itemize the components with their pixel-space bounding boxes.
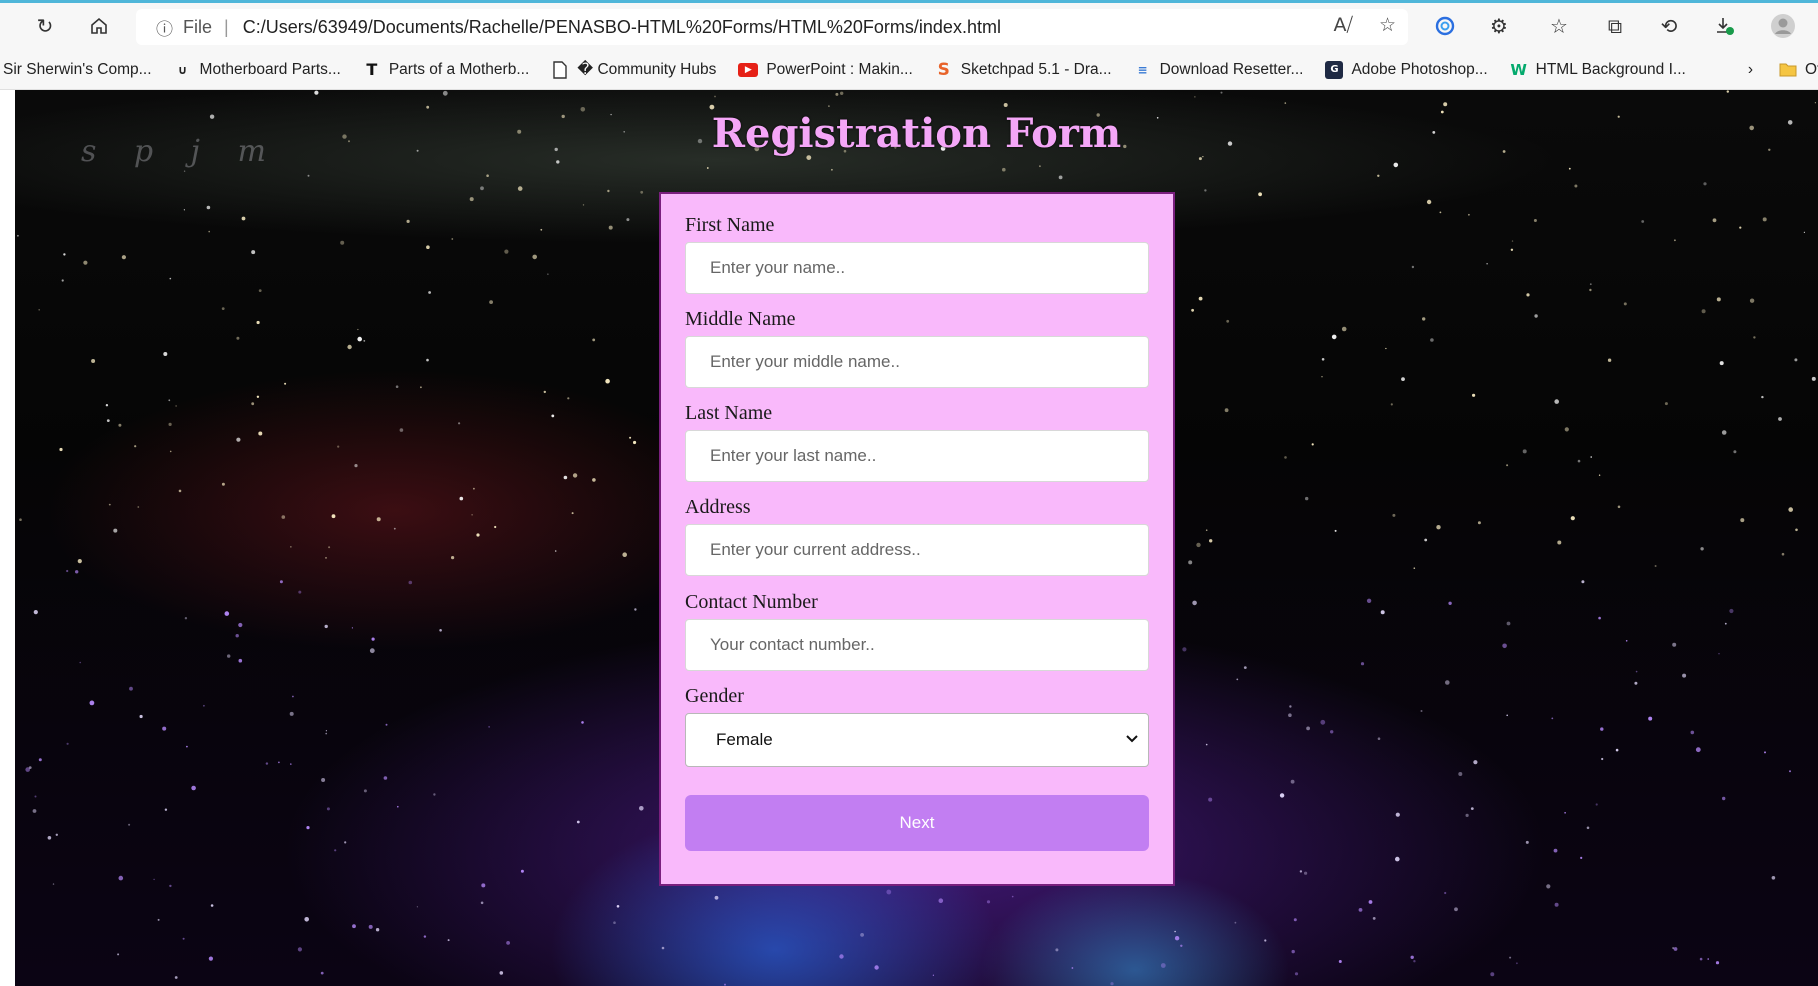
address-bar-actions: A⧸ ☆ — [1333, 14, 1396, 36]
gender-select[interactable]: Female — [685, 713, 1149, 767]
first-name-field[interactable] — [685, 242, 1149, 294]
w3-icon: W — [1510, 60, 1527, 79]
bookmark-folder-label: Other fa — [1805, 60, 1818, 78]
chevron-right-icon[interactable]: › — [1748, 61, 1753, 79]
bookmark-label: Download Resetter... — [1159, 60, 1304, 78]
left-margin — [0, 90, 15, 986]
page-title: Registration Form — [711, 110, 1122, 157]
bookmark-label: Sir Sherwin's Comp... — [3, 60, 152, 78]
bookmark-item[interactable]: W HTML Background I... — [1510, 60, 1686, 79]
gender-selected-value: Female — [716, 730, 773, 749]
favorite-add-icon[interactable]: ☆ — [1379, 14, 1396, 36]
bookmark-label: � Community Hubs — [577, 61, 717, 78]
next-button[interactable]: Next — [685, 795, 1149, 851]
browser-toolbar: ↻ ⓘ File | C:/Users/63949/Documents/Rach… — [0, 0, 1818, 50]
contact-number-field[interactable] — [685, 619, 1149, 671]
bookmark-item[interactable]: G Adobe Photoshop... — [1325, 60, 1488, 79]
refresh-icon[interactable]: ↻ — [32, 13, 58, 39]
bookmark-label: PowerPoint : Makin... — [766, 60, 913, 78]
address-scheme: File — [183, 16, 213, 37]
first-name-label: First Name — [685, 214, 775, 236]
profile-icon[interactable] — [1770, 13, 1796, 39]
bookmarks-bar: Sir Sherwin's Comp... ∪ Motherboard Part… — [0, 50, 1818, 90]
address-bar[interactable]: ⓘ File | C:/Users/63949/Documents/Rachel… — [136, 9, 1408, 45]
downloads-icon[interactable] — [1712, 13, 1738, 39]
bookmark-label: Sketchpad 5.1 - Dra... — [960, 60, 1112, 78]
sketchpad-icon: S — [937, 59, 950, 80]
bookmark-item[interactable]: ∪ Motherboard Parts... — [174, 61, 341, 79]
extensions-icon[interactable]: ⚙ — [1486, 13, 1512, 39]
bookmark-item[interactable]: T Parts of a Motherb... — [363, 60, 530, 79]
bookmark-label: HTML Background I... — [1535, 60, 1686, 78]
page-background: s p j m Registration Form First Name Mid… — [15, 90, 1818, 986]
address-url[interactable]: C:/Users/63949/Documents/Rachelle/PENASB… — [243, 17, 1001, 38]
address-field[interactable] — [685, 524, 1149, 576]
bookmark-label: Adobe Photoshop... — [1351, 60, 1488, 78]
bookmark-label: Parts of a Motherb... — [388, 60, 530, 78]
bookmark-item[interactable]: ▶ PowerPoint : Makin... — [738, 60, 913, 79]
horseshoe-icon: ∪ — [177, 62, 188, 77]
gc-icon: G — [1325, 60, 1344, 79]
middle-name-label: Middle Name — [685, 308, 796, 330]
bookmark-item[interactable]: ≡ Download Resetter... — [1134, 61, 1304, 79]
gender-label: Gender — [685, 685, 744, 707]
home-icon[interactable] — [86, 13, 112, 39]
bookmark-item[interactable]: � Community Hubs — [551, 60, 716, 79]
read-aloud-icon[interactable]: A⧸ — [1333, 14, 1352, 36]
t-logo-icon: T — [366, 60, 378, 79]
page-icon — [551, 60, 569, 79]
bookmark-item[interactable]: Sir Sherwin's Comp... — [3, 61, 152, 79]
info-icon[interactable]: ⓘ — [156, 15, 173, 40]
youtube-icon: ▶ — [738, 62, 759, 77]
address-separator: | — [224, 16, 229, 37]
favorites-icon[interactable]: ☆ — [1546, 13, 1572, 39]
collections-icon[interactable]: ⧉ — [1602, 13, 1628, 39]
contact-number-label: Contact Number — [685, 591, 818, 613]
address-label: Address — [685, 496, 751, 518]
last-name-label: Last Name — [685, 402, 773, 424]
bookmark-label: Motherboard Parts... — [199, 60, 341, 78]
bookmark-item[interactable]: S Sketchpad 5.1 - Dra... — [935, 59, 1112, 80]
registration-form: First Name Middle Name Last Name Address… — [659, 192, 1175, 886]
middle-name-field[interactable] — [685, 336, 1149, 388]
folder-icon — [1779, 61, 1797, 79]
copilot-icon[interactable] — [1432, 13, 1458, 39]
chevron-down-icon — [1126, 735, 1138, 743]
history-icon[interactable]: ⟲ — [1656, 13, 1682, 39]
resetter-icon: ≡ — [1137, 62, 1148, 77]
bookmark-folder[interactable]: Other fa — [1779, 61, 1818, 79]
last-name-field[interactable] — [685, 430, 1149, 482]
